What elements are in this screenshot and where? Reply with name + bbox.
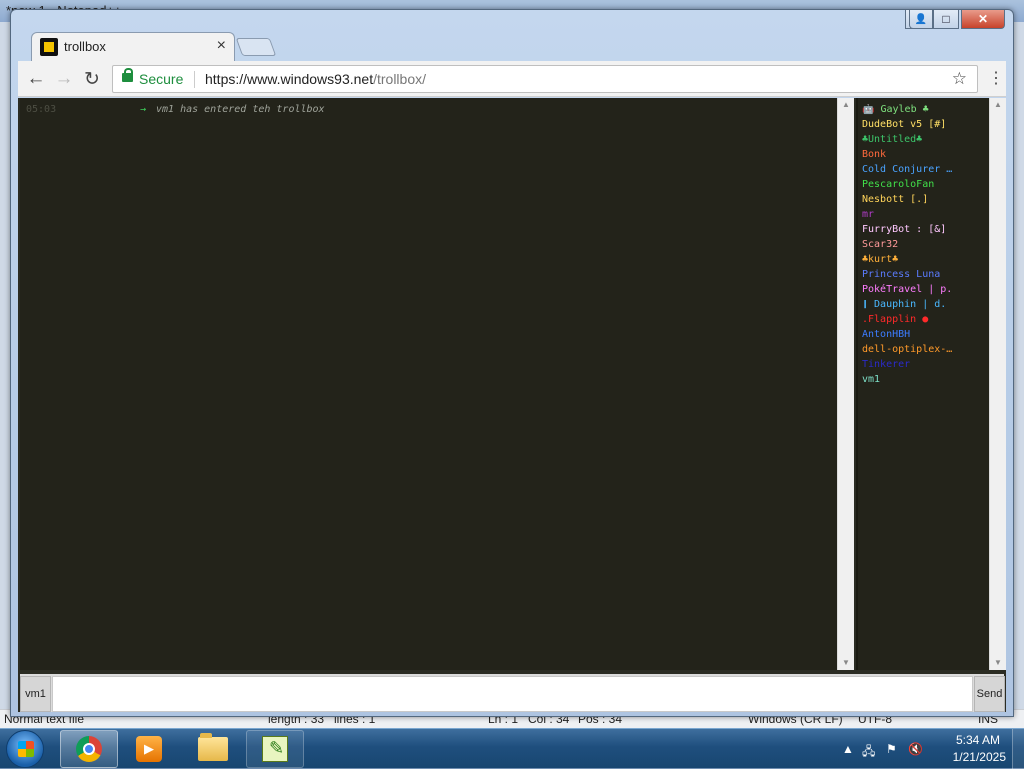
reload-button[interactable]: ↻ [80, 67, 104, 91]
lock-icon [122, 68, 133, 82]
message-text: vm1 has entered teh trollbox [156, 104, 325, 115]
tab-trollbox[interactable]: trollbox × [31, 32, 235, 61]
taskbar-chrome[interactable] [60, 730, 118, 768]
user-list-item[interactable]: mr [862, 209, 987, 220]
user-list-item[interactable]: Bonk [862, 149, 987, 160]
browser-window: 👤 — □ ✕ trollbox × ← → ↻ Secure https://… [10, 9, 1014, 717]
chat-log: 05:03 → vm1 has entered teh trollbox [20, 98, 837, 670]
message-time: 05:03 [26, 104, 57, 115]
new-tab-button[interactable] [235, 38, 277, 56]
userlist-scrollbar[interactable]: ▲ ▼ [989, 98, 1006, 670]
user-list-item[interactable]: vm1 [862, 374, 987, 385]
folder-icon [198, 733, 228, 761]
user-list-item[interactable]: PokéTravel | p. [862, 284, 987, 295]
user-list-item[interactable]: ❙ Dauphin | d. [862, 299, 987, 310]
url-path: /trollbox/ [373, 71, 427, 87]
tab-title: trollbox [64, 39, 106, 54]
show-hidden-icons-icon[interactable]: ▲ [842, 742, 854, 756]
scroll-up-icon[interactable]: ▲ [838, 98, 854, 112]
maximize-button[interactable]: □ [933, 10, 959, 29]
forward-button[interactable]: → [52, 67, 76, 91]
clock-date[interactable]: 1/21/2025 [953, 750, 1006, 764]
profile-button[interactable]: 👤 [909, 10, 933, 29]
user-list-item[interactable]: ♣kurt♣ [862, 254, 987, 265]
window-controls: 👤 — □ ✕ [905, 10, 1005, 29]
user-list-item[interactable]: Princess Luna [862, 269, 987, 280]
bookmark-star-icon[interactable]: ☆ [952, 69, 967, 89]
chrome-menu-button[interactable]: ⋮ [988, 68, 1004, 88]
back-button[interactable]: ← [24, 67, 48, 91]
chrome-icon [76, 736, 102, 762]
notepadpp-icon [262, 736, 288, 762]
omnibox-separator [194, 71, 195, 88]
close-window-button[interactable]: ✕ [961, 10, 1005, 29]
browser-toolbar: ← → ↻ Secure https://www.windows93.net/t… [18, 61, 1006, 97]
trollbox-page: 05:03 → vm1 has entered teh trollbox ▲ ▼… [18, 98, 1006, 712]
url-host: https://www.windows93.net [205, 71, 374, 87]
chat-input-bar: vm1 Send [20, 674, 1005, 712]
show-desktop-button[interactable] [1012, 729, 1024, 769]
user-list-item[interactable]: FurryBot : [&] [862, 224, 987, 235]
nickname-button[interactable]: vm1 [20, 676, 51, 712]
user-list-item[interactable]: Cold Conjurer … [862, 164, 987, 175]
tab-close-icon[interactable]: × [217, 37, 226, 55]
taskbar-notepadpp[interactable] [246, 730, 304, 768]
url-text[interactable]: https://www.windows93.net/trollbox/ [205, 71, 426, 87]
clock-time[interactable]: 5:34 AM [956, 733, 1000, 747]
user-list-item[interactable]: DudeBot v5 [#] [862, 119, 987, 130]
address-bar[interactable]: Secure https://www.windows93.net/trollbo… [112, 65, 978, 93]
volume-muted-icon[interactable]: 🔇 [908, 742, 923, 756]
secure-label[interactable]: Secure [139, 71, 183, 87]
user-list-item[interactable]: dell-optiplex-… [862, 344, 987, 355]
start-button[interactable] [6, 730, 44, 768]
windows-logo-icon [18, 741, 34, 757]
user-list-item[interactable]: Nesbott [.] [862, 194, 987, 205]
chat-scrollbar[interactable]: ▲ ▼ [837, 98, 854, 670]
trollbox-favicon-icon [40, 38, 58, 56]
action-center-flag-icon[interactable]: ⚑ [886, 742, 897, 756]
user-list-item[interactable]: Tinkerer [862, 359, 987, 370]
network-icon[interactable]: 🖧 [862, 742, 875, 763]
user-list-item[interactable]: AntonHBH [862, 329, 987, 340]
message-input[interactable] [52, 676, 973, 712]
arrow-icon: → [140, 104, 147, 115]
scroll-up-icon[interactable]: ▲ [990, 98, 1006, 112]
user-list-item[interactable]: 🤖 Gayleb ♣ [862, 104, 987, 115]
user-list-item[interactable]: .Flapplin ● [862, 314, 987, 325]
user-list-item[interactable]: ♣Untitled♣ [862, 134, 987, 145]
taskbar: ▶ ▲ 🖧 ⚑ 🔇 5:34 AM 1/21/2025 [0, 728, 1024, 769]
taskbar-media-player[interactable]: ▶ [120, 730, 178, 768]
send-button[interactable]: Send [974, 676, 1005, 712]
user-list: 🤖 Gayleb ♣ DudeBot v5 [#] ♣Untitled♣ Bonk Co… [856, 98, 989, 670]
media-player-icon: ▶ [136, 736, 162, 762]
user-list-item[interactable]: PescaroloFan [862, 179, 987, 190]
user-list-item[interactable]: Scar32 [862, 239, 987, 250]
scroll-down-icon[interactable]: ▼ [990, 656, 1006, 670]
taskbar-explorer[interactable] [184, 730, 242, 768]
system-tray: ▲ 🖧 ⚑ 🔇 5:34 AM 1/21/2025 [834, 729, 1024, 769]
scroll-down-icon[interactable]: ▼ [838, 656, 854, 670]
